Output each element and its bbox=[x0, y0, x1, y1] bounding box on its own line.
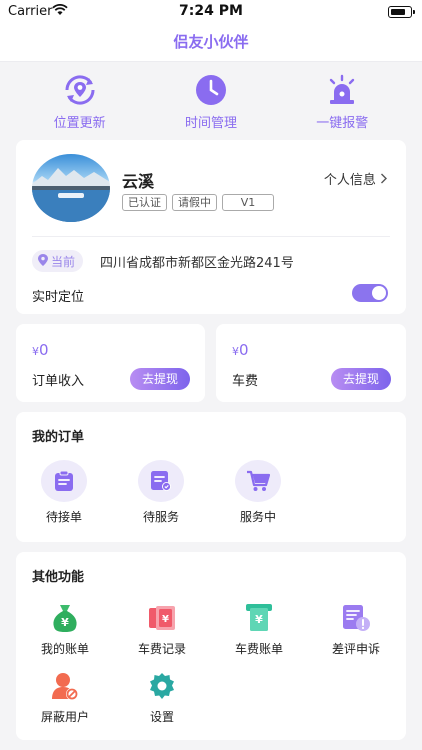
quick-action-label: 时间管理 bbox=[184, 116, 237, 131]
svg-text:¥: ¥ bbox=[255, 613, 263, 626]
status-bar: Carrier 7:24 PM bbox=[0, 0, 422, 24]
nav-title: 侣友小伙伴 bbox=[0, 24, 422, 62]
quick-action-label: 一键报警 bbox=[316, 116, 369, 131]
fare-bill-item[interactable]: ¥ 车费账单 bbox=[224, 602, 294, 657]
profile-card: 云溪 已认证 请假中 V1 个人信息 当前 四川省成都市新都区金光路241号 实… bbox=[16, 140, 406, 314]
amount-value: 0 bbox=[39, 341, 49, 359]
chevron-right-icon bbox=[380, 173, 388, 188]
currency-symbol: ¥ bbox=[32, 345, 39, 358]
divider bbox=[32, 236, 390, 237]
location-badge-label: 当前 bbox=[51, 254, 76, 269]
service-check-icon bbox=[138, 460, 184, 502]
order-income-card: ¥0 订单收入 去提现 bbox=[16, 324, 205, 402]
clock-icon bbox=[156, 72, 266, 108]
withdraw-fare-button[interactable]: 去提现 bbox=[331, 368, 391, 390]
avatar[interactable] bbox=[32, 154, 110, 222]
order-item-label: 待服务 bbox=[142, 510, 179, 524]
my-orders-card: 我的订单 待接单 待服务 服务中 bbox=[16, 412, 406, 542]
complaint-icon bbox=[321, 602, 391, 634]
function-label: 屏蔽用户 bbox=[40, 710, 89, 724]
location-refresh-icon bbox=[25, 72, 135, 108]
currency-symbol: ¥ bbox=[232, 345, 239, 358]
complaint-appeal-item[interactable]: 差评申诉 bbox=[321, 602, 391, 657]
clipboard-icon bbox=[41, 460, 87, 502]
order-item-label: 待接单 bbox=[45, 510, 82, 524]
function-label: 我的账单 bbox=[40, 642, 89, 656]
personal-info-link[interactable]: 个人信息 bbox=[324, 169, 388, 188]
order-pending-accept[interactable]: 待接单 bbox=[34, 460, 94, 525]
time-management-button[interactable]: 时间管理 bbox=[156, 72, 266, 140]
personal-info-label: 个人信息 bbox=[323, 173, 376, 188]
fare-card: ¥0 车费 去提现 bbox=[216, 324, 406, 402]
fare-bill-icon: ¥ bbox=[224, 602, 294, 634]
my-bills-item[interactable]: ¥ 我的账单 bbox=[30, 602, 100, 657]
svg-text:¥: ¥ bbox=[162, 614, 169, 625]
current-address: 四川省成都市新都区金光路241号 bbox=[100, 256, 294, 271]
verified-badge: 已认证 bbox=[122, 194, 167, 211]
other-functions-title: 其他功能 bbox=[32, 570, 85, 585]
function-label: 设置 bbox=[149, 710, 174, 724]
emergency-alarm-button[interactable]: 一键报警 bbox=[287, 72, 397, 140]
quick-action-label: 位置更新 bbox=[53, 116, 106, 131]
status-time: 7:24 PM bbox=[179, 3, 243, 19]
realtime-location-label: 实时定位 bbox=[32, 290, 85, 305]
order-item-label: 服务中 bbox=[239, 510, 276, 524]
level-badge: V1 bbox=[222, 194, 274, 211]
svg-text:¥: ¥ bbox=[61, 616, 69, 629]
order-pending-service[interactable]: 待服务 bbox=[131, 460, 191, 525]
settings-gear-icon bbox=[127, 670, 197, 702]
battery-icon bbox=[388, 6, 415, 18]
status-tags: 已认证 请假中 V1 bbox=[122, 194, 274, 211]
money-bag-icon: ¥ bbox=[30, 602, 100, 634]
other-functions-card: 其他功能 ¥ 我的账单 ¥ 车费记录 ¥ 车费账单 差评申诉 屏蔽用户 设置 bbox=[16, 552, 406, 740]
fare-label: 车费 bbox=[232, 374, 259, 389]
function-label: 车费记录 bbox=[137, 642, 186, 656]
location-update-button[interactable]: 位置更新 bbox=[25, 72, 135, 140]
quick-actions: 位置更新 时间管理 一键报警 bbox=[0, 62, 422, 140]
amount-value: 0 bbox=[239, 341, 249, 359]
block-user-icon bbox=[30, 670, 100, 702]
fare-record-item[interactable]: ¥ 车费记录 bbox=[127, 602, 197, 657]
block-user-item[interactable]: 屏蔽用户 bbox=[30, 670, 100, 725]
cart-icon bbox=[235, 460, 281, 502]
settings-item[interactable]: 设置 bbox=[127, 670, 197, 725]
order-income-amount: ¥0 bbox=[32, 341, 49, 359]
fare-record-icon: ¥ bbox=[127, 602, 197, 634]
user-name: 云溪 bbox=[122, 172, 155, 191]
function-label: 差评申诉 bbox=[331, 642, 380, 656]
realtime-location-toggle[interactable] bbox=[352, 284, 388, 302]
alarm-light-icon bbox=[287, 72, 397, 108]
location-pin-icon bbox=[38, 253, 48, 269]
function-label: 车费账单 bbox=[234, 642, 283, 656]
my-orders-title: 我的订单 bbox=[32, 430, 85, 445]
location-badge: 当前 bbox=[32, 250, 84, 272]
order-in-service[interactable]: 服务中 bbox=[228, 460, 288, 525]
leave-badge: 请假中 bbox=[172, 194, 217, 211]
order-income-label: 订单收入 bbox=[32, 374, 85, 389]
withdraw-income-button[interactable]: 去提现 bbox=[130, 368, 190, 390]
fare-amount: ¥0 bbox=[232, 341, 249, 359]
